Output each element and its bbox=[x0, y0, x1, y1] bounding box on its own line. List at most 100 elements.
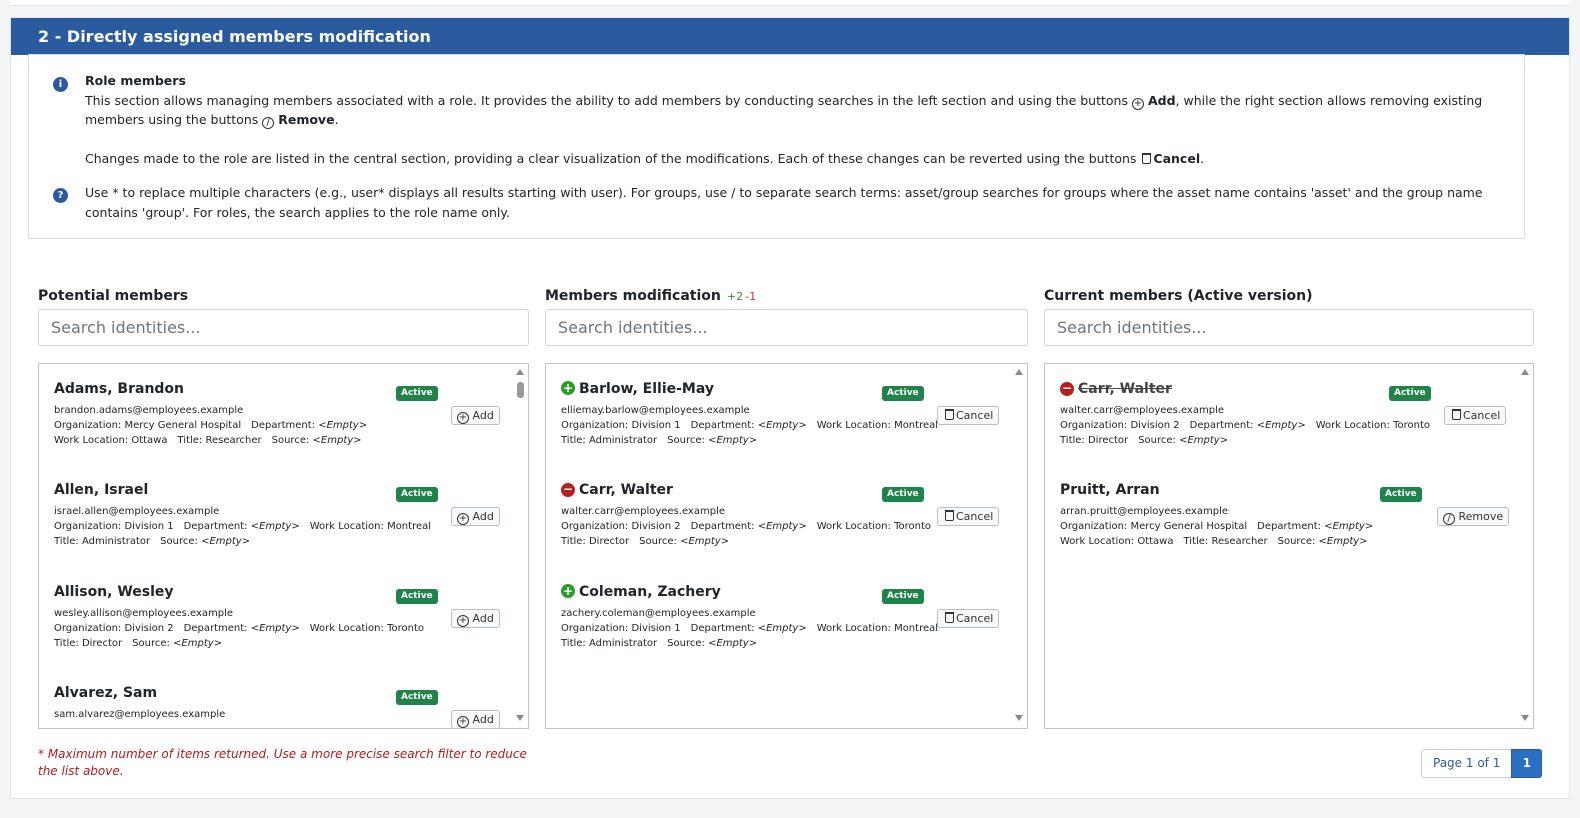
ban-icon: ∕ bbox=[1443, 513, 1455, 525]
member-name: Allen, Israel bbox=[54, 482, 149, 498]
status-badge: Active bbox=[882, 386, 924, 401]
member-email: walter.carr@employees.example bbox=[1060, 405, 1224, 416]
page-1-button[interactable]: 1 bbox=[1511, 749, 1543, 778]
status-badge: Active bbox=[1380, 487, 1422, 502]
info-paragraph-1: This section allows managing members ass… bbox=[85, 92, 1483, 129]
max-items-warning: * Maximum number of items returned. Use … bbox=[38, 747, 527, 778]
member-details-1: Organization: Division 2 Department: <Emp… bbox=[54, 623, 424, 634]
status-badge: Active bbox=[396, 487, 438, 502]
add-circle-icon: + bbox=[457, 513, 469, 525]
current-search-input[interactable] bbox=[1044, 309, 1534, 346]
list-item: − Carr, Walter Active Cancel walter.carr@… bbox=[561, 465, 1016, 555]
members-modification-title: Members modification +2 -1 bbox=[545, 288, 757, 304]
potential-members-list[interactable]: Adams, Brandon Active + Add brandon.adam… bbox=[38, 363, 529, 729]
status-badge: Active bbox=[396, 589, 438, 604]
add-button[interactable]: + Add bbox=[451, 710, 500, 728]
removed-count: -1 bbox=[745, 290, 757, 303]
member-email: brandon.adams@employees.example bbox=[54, 405, 244, 416]
member-details-1: Organization: Division 2 Department: <Emp… bbox=[561, 521, 931, 532]
panel-title: 2 - Directly assigned members modificati… bbox=[11, 18, 1569, 55]
status-badge: Active bbox=[882, 589, 924, 604]
member-name: + Coleman, Zachery bbox=[561, 584, 721, 600]
member-details-2: Title: Director Source: <Empty> bbox=[54, 638, 223, 649]
scroll-down-arrow[interactable] bbox=[1521, 715, 1529, 721]
member-name: − Carr, Walter bbox=[561, 482, 673, 498]
plus-circle-icon: + bbox=[561, 381, 575, 395]
info-paragraph-2: Changes made to the role are listed in t… bbox=[85, 151, 1205, 166]
scrollbar[interactable] bbox=[513, 364, 528, 728]
cancel-button[interactable]: Cancel bbox=[937, 507, 1000, 526]
trash-icon bbox=[945, 612, 954, 623]
list-item: Adams, Brandon Active + Add brandon.adam… bbox=[54, 364, 514, 454]
scroll-down-arrow[interactable] bbox=[1015, 715, 1023, 721]
add-circle-icon: + bbox=[1131, 97, 1144, 110]
member-name: + Barlow, Ellie-May bbox=[561, 381, 715, 397]
scroll-up-arrow[interactable] bbox=[1015, 369, 1023, 375]
minus-circle-icon: − bbox=[1060, 381, 1074, 396]
modification-search-input[interactable] bbox=[545, 309, 1028, 346]
help-icon: ? bbox=[53, 188, 68, 203]
member-details-2: Title: Administrator Source: <Empty> bbox=[561, 435, 758, 446]
member-details-2: Title: Director Source: <Empty> bbox=[1060, 435, 1229, 446]
info-icon: i bbox=[53, 77, 68, 92]
member-details-1: Organization: Division 1 Department: <Emp… bbox=[54, 521, 432, 532]
list-item: Allison, Wesley Active + Add wesley.alli… bbox=[54, 567, 514, 657]
member-details-1: Organization: Division 1 Department: <Emp… bbox=[561, 420, 939, 431]
members-modification-list[interactable]: + Barlow, Ellie-May Active Cancel elliema… bbox=[545, 363, 1028, 729]
ban-icon: ∕ bbox=[262, 117, 275, 129]
member-name: Pruitt, Arran bbox=[1060, 482, 1160, 498]
potential-search-input[interactable] bbox=[38, 309, 529, 346]
remove-button[interactable]: ∕ Remove bbox=[1437, 507, 1510, 526]
member-email: zachery.coleman@employees.example bbox=[561, 608, 756, 619]
info-title: Role members bbox=[85, 73, 186, 88]
list-item: + Barlow, Ellie-May Active Cancel elliema… bbox=[561, 364, 1016, 454]
member-details-2: Title: Administrator Source: <Empty> bbox=[561, 638, 758, 649]
page-info: Page 1 of 1 bbox=[1421, 749, 1512, 778]
cancel-button[interactable]: Cancel bbox=[1444, 406, 1507, 425]
member-details-1: Organization: Division 2 Department: <Emp… bbox=[1060, 420, 1430, 431]
list-item: Allen, Israel Active + Add israel.allen@… bbox=[54, 465, 514, 555]
info-box: i Role members This section allows manag… bbox=[28, 54, 1525, 239]
minus-circle-icon: − bbox=[561, 482, 575, 497]
cancel-button[interactable]: Cancel bbox=[937, 406, 1000, 425]
add-circle-icon: + bbox=[457, 716, 469, 728]
scroll-down-arrow[interactable] bbox=[516, 715, 524, 721]
member-email: arran.pruitt@employees.example bbox=[1060, 506, 1229, 517]
scroll-up-arrow[interactable] bbox=[516, 369, 524, 375]
scroll-up-arrow[interactable] bbox=[1521, 369, 1529, 375]
list-item: − Carr, Walter Active Cancel walter.carr@… bbox=[1060, 364, 1522, 454]
status-badge: Active bbox=[396, 386, 438, 401]
current-members-list[interactable]: − Carr, Walter Active Cancel walter.carr@… bbox=[1044, 363, 1534, 729]
member-email: elliemay.barlow@employees.example bbox=[561, 405, 750, 416]
member-email: walter.carr@employees.example bbox=[561, 506, 725, 517]
add-button[interactable]: + Add bbox=[451, 406, 500, 425]
member-email: israel.allen@employees.example bbox=[54, 506, 220, 517]
member-details-1: Organization: Division 1 Department: <Emp… bbox=[561, 623, 939, 634]
member-name: Alvarez, Sam bbox=[54, 685, 158, 701]
scroll-thumb[interactable] bbox=[517, 382, 524, 398]
member-name: Allison, Wesley bbox=[54, 584, 174, 600]
member-email: sam.alvarez@employees.example bbox=[54, 709, 226, 720]
top-strip bbox=[10, 0, 1570, 6]
plus-circle-icon: + bbox=[561, 584, 575, 598]
trash-icon bbox=[945, 409, 954, 420]
member-email: wesley.allison@employees.example bbox=[54, 608, 234, 619]
cancel-button[interactable]: Cancel bbox=[937, 609, 1000, 628]
add-circle-icon: + bbox=[457, 615, 469, 627]
trash-icon bbox=[945, 510, 954, 521]
pagination: Page 1 of 1 1 bbox=[1421, 749, 1543, 778]
add-button[interactable]: + Add bbox=[451, 507, 500, 526]
add-button[interactable]: + Add bbox=[451, 609, 500, 628]
member-details-2: Title: Administrator Source: <Empty> bbox=[54, 536, 251, 547]
list-item: Alvarez, Sam Active + Add sam.alvarez@em… bbox=[54, 668, 514, 728]
trash-icon bbox=[1452, 409, 1461, 420]
info-description: Role members This section allows managin… bbox=[85, 71, 1495, 169]
current-members-title: Current members (Active version) bbox=[1044, 288, 1313, 304]
member-details-2: Work Location: Ottawa Title: Researcher So… bbox=[54, 435, 362, 446]
add-circle-icon: + bbox=[457, 412, 469, 424]
member-name: − Carr, Walter bbox=[1060, 381, 1172, 397]
status-badge: Active bbox=[1389, 386, 1431, 401]
member-details-1: Organization: Mercy General Hospital Depa… bbox=[1060, 521, 1374, 532]
member-name: Adams, Brandon bbox=[54, 381, 185, 397]
list-item: + Coleman, Zachery Active Cancel zachery.… bbox=[561, 567, 1016, 657]
